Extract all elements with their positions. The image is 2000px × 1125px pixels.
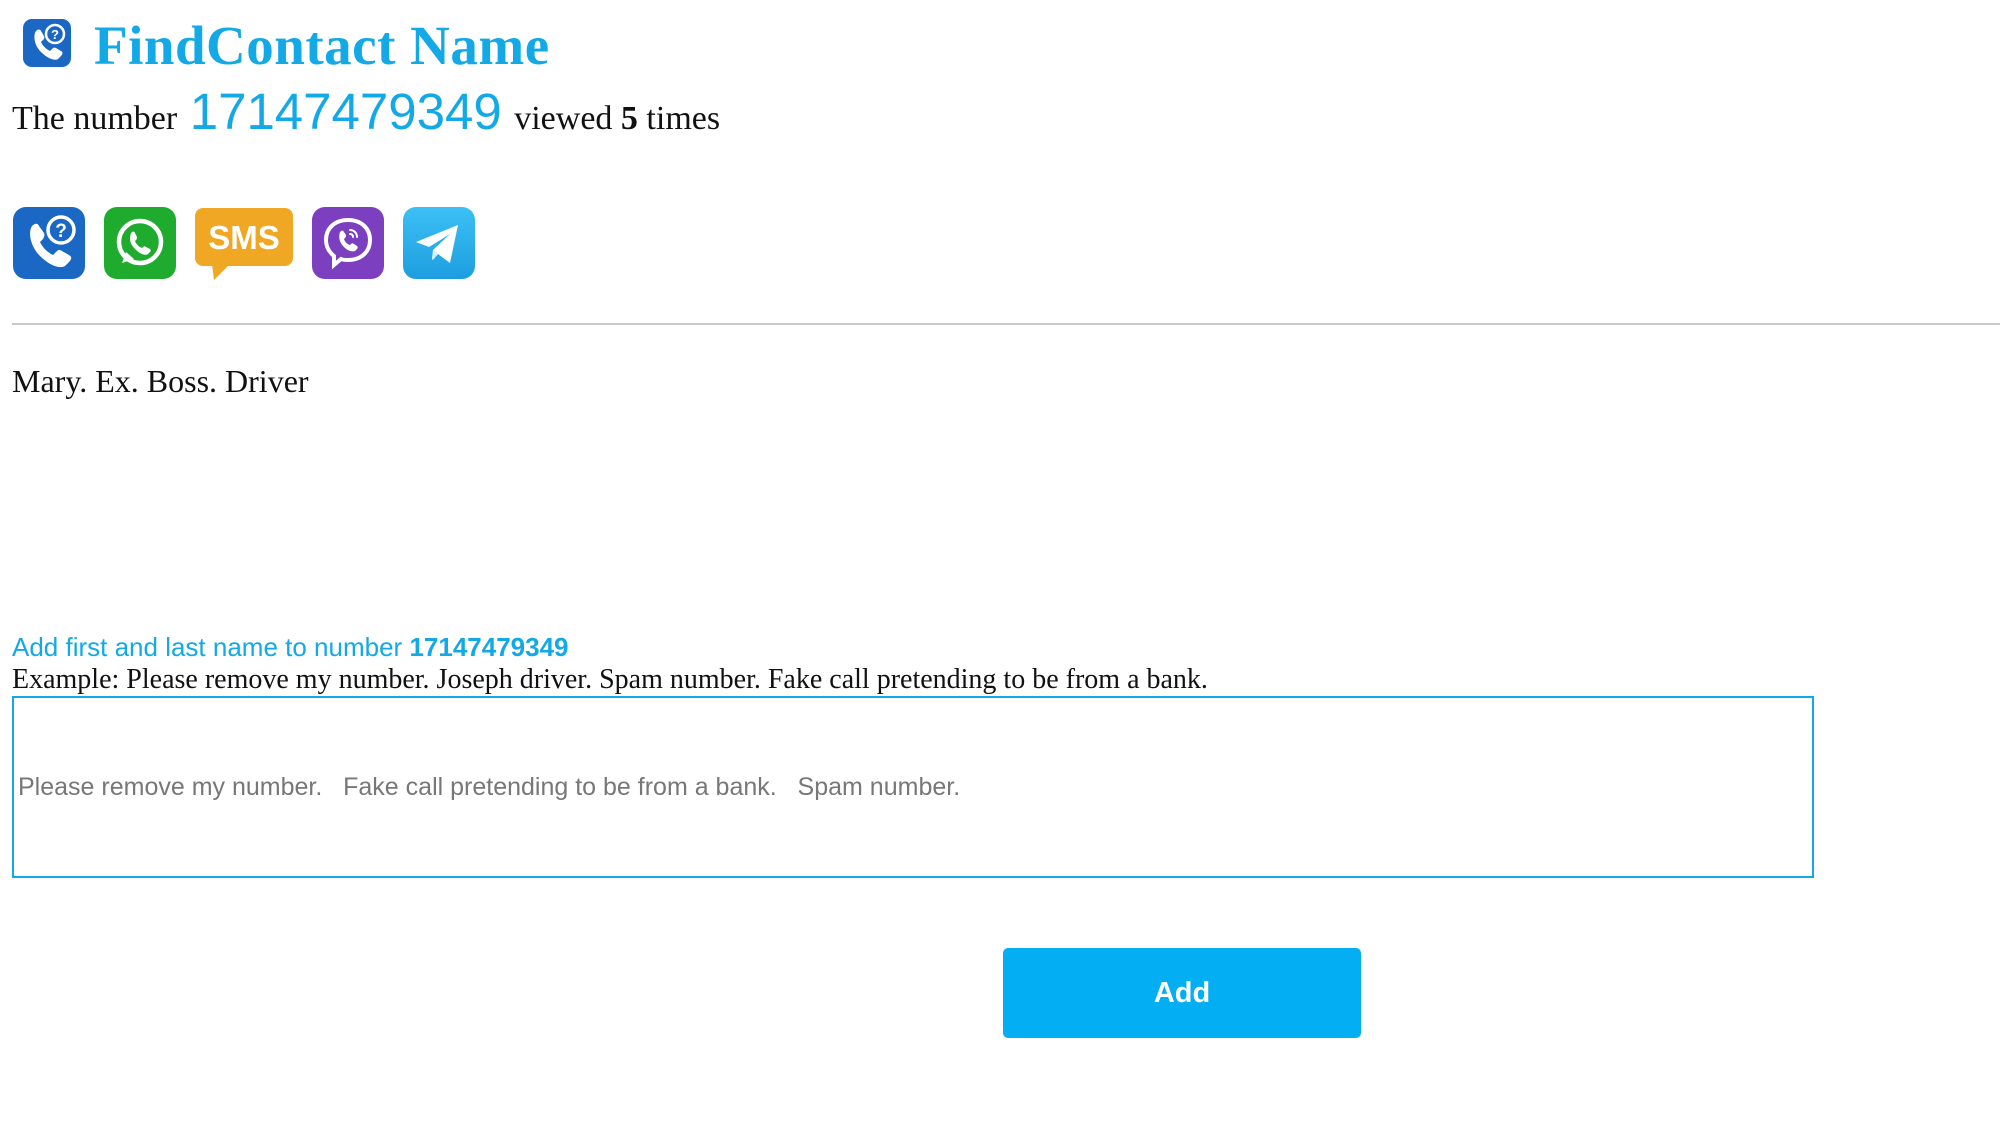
messenger-links: ? SMS [12,206,493,280]
whatsapp-icon [104,207,176,279]
phone-question-icon: ? [13,207,85,279]
name-input[interactable] [12,696,1814,878]
sms-link[interactable]: SMS [194,206,294,280]
logo-phone-question-icon[interactable]: ? [22,18,72,73]
svg-text:?: ? [55,221,67,242]
viber-link[interactable] [311,206,385,280]
site-title[interactable]: FindContact Name [94,18,550,73]
viber-icon [312,207,384,279]
views-line: The number 17147479349 viewed 5 times [12,84,720,147]
call-phone-link[interactable]: ? [12,206,86,280]
header: ? FindContact Name [22,10,550,80]
add-name-prompt: Add first and last name to number 171474… [12,629,569,665]
telegram-link[interactable] [402,206,476,280]
divider [12,323,2000,325]
add-button[interactable]: Add [1003,948,1361,1038]
telegram-icon [403,207,475,279]
phone-number: 17147479349 [189,83,502,140]
views-suffix: times [646,100,721,137]
contact-comment: Mary. Ex. Boss. Driver [12,363,309,399]
add-prompt-number: 17147479349 [409,632,569,662]
add-prompt-text: Add first and last name to number [12,632,403,662]
svg-text:?: ? [51,27,59,42]
views-prefix: The number [12,100,178,137]
example-text: Example: Please remove my number. Joseph… [12,664,1208,695]
views-middle: viewed [514,100,613,137]
sms-label: SMS [208,219,280,256]
page: ? FindContact Name The number 1714747934… [0,0,2000,1125]
sms-icon: SMS [195,208,293,280]
whatsapp-link[interactable] [103,206,177,280]
view-count: 5 [620,100,638,137]
